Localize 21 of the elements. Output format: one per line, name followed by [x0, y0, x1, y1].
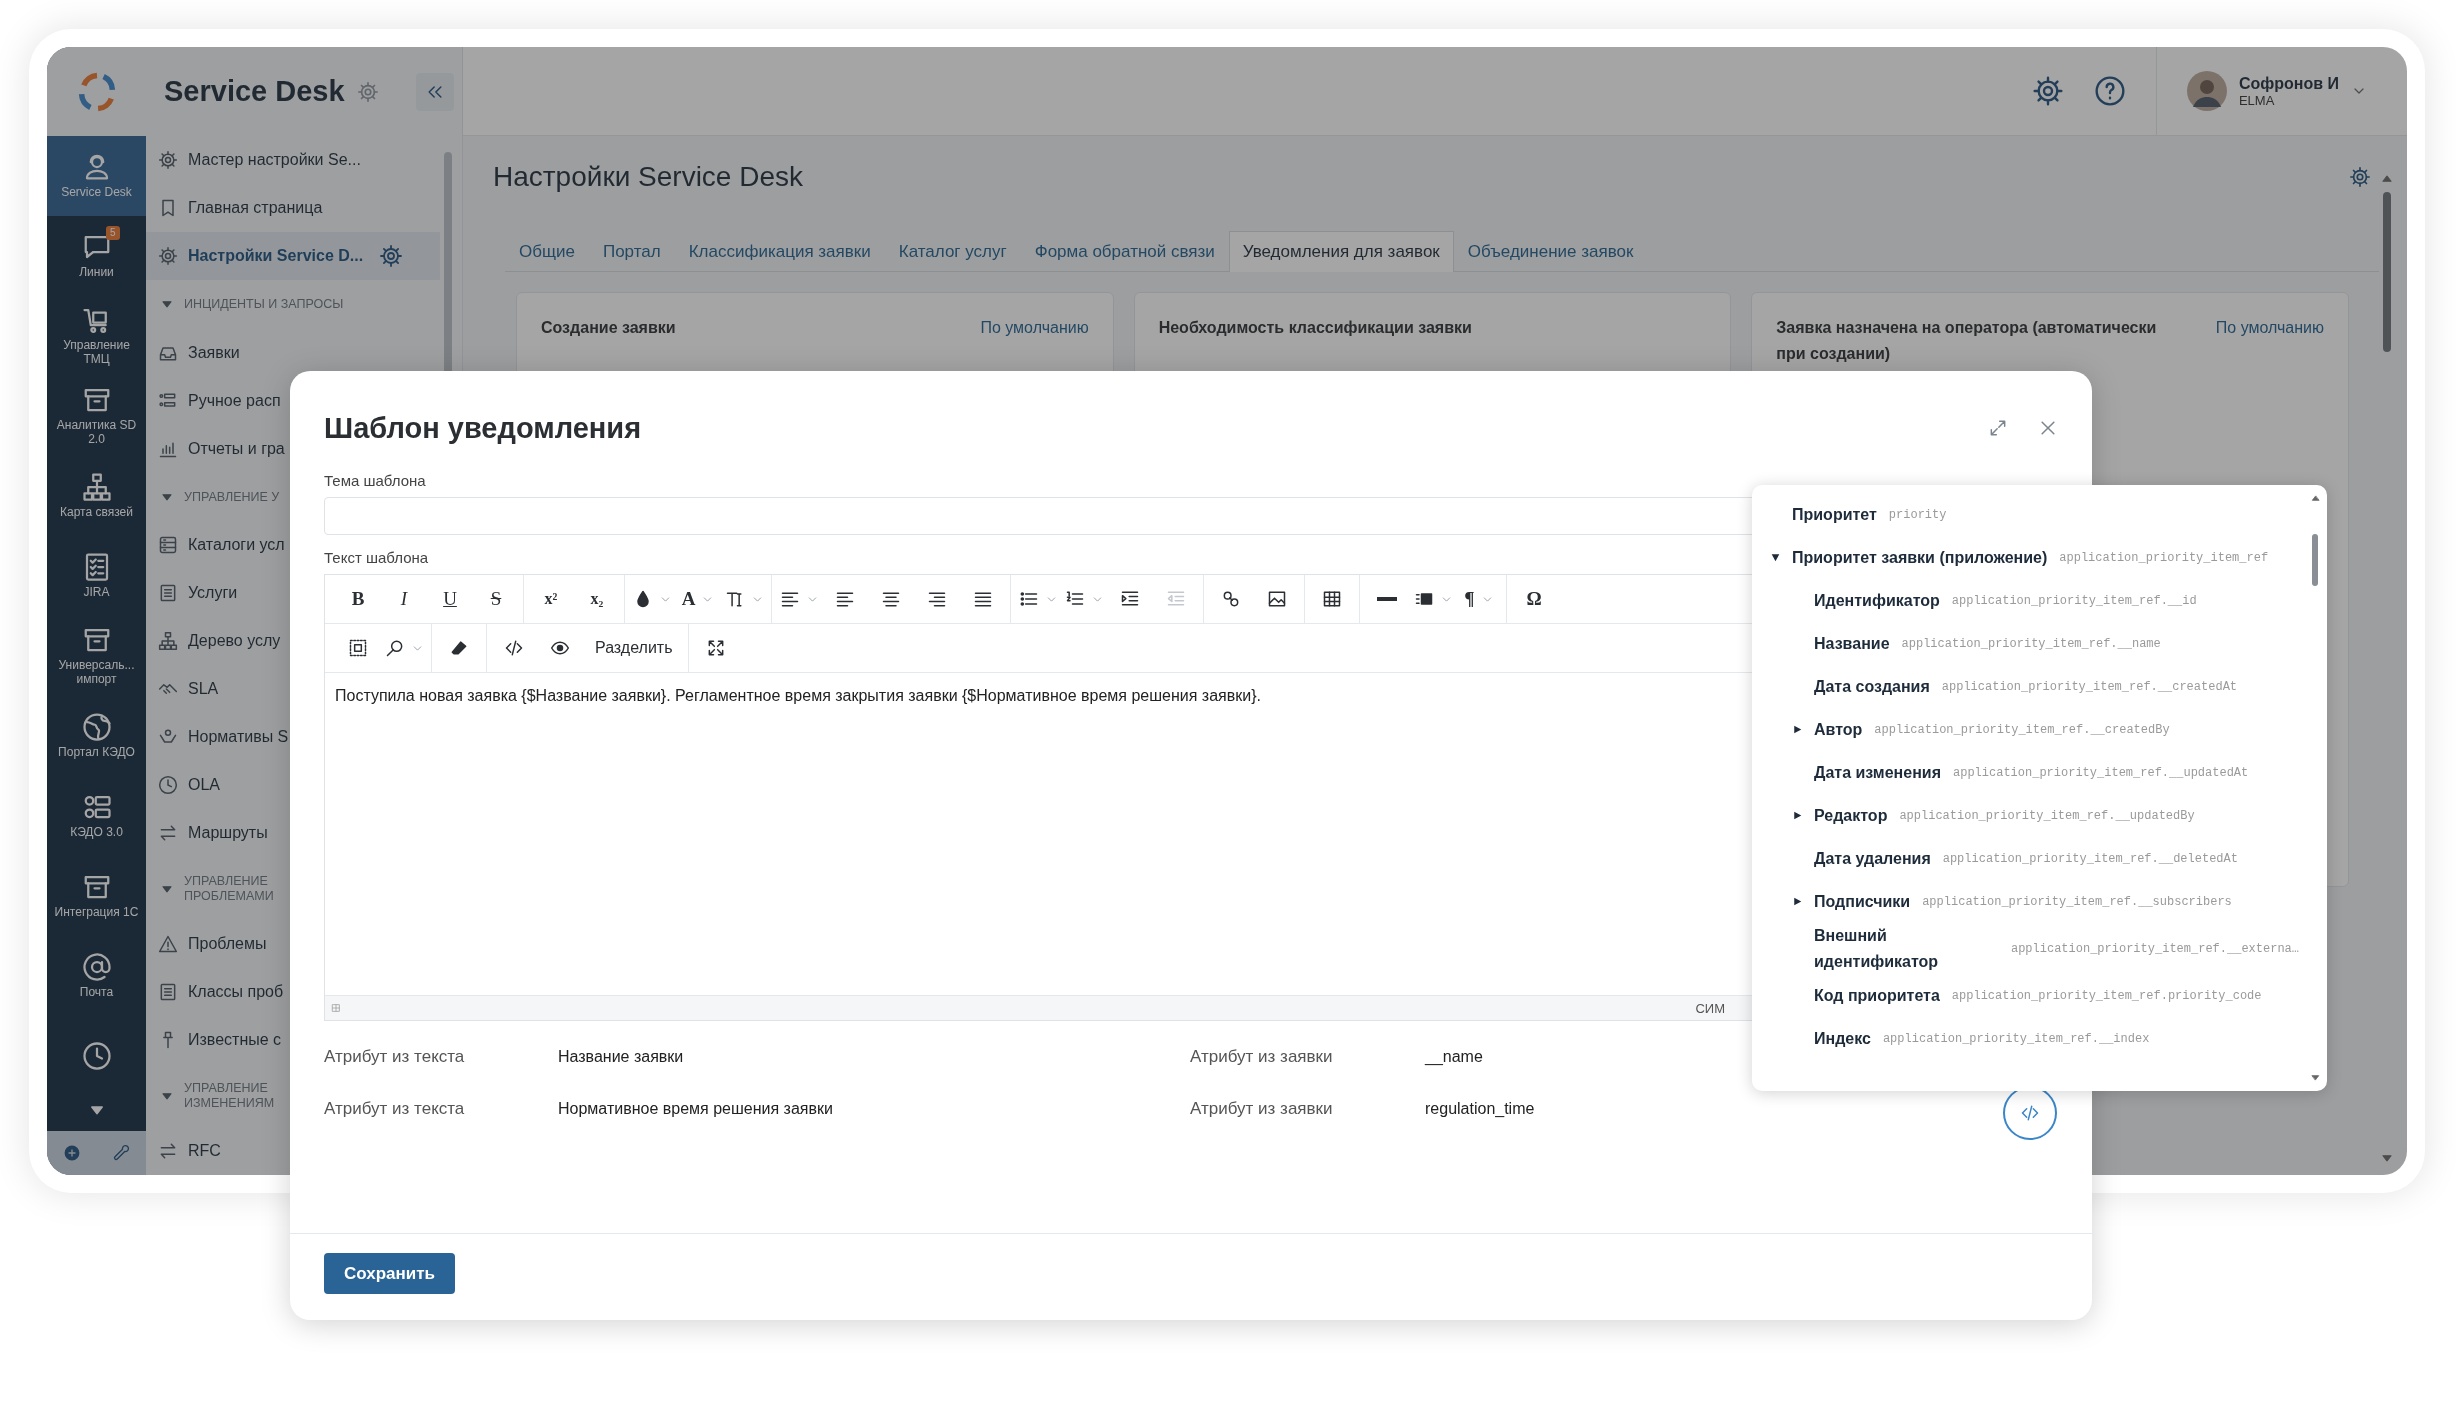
- attribute-value: Нормативное время решения заявки: [558, 1100, 833, 1118]
- card-title: Заявка назначена на оператора (автоматически при создании): [1776, 318, 2158, 364]
- app-title: Service Desk: [164, 75, 345, 108]
- attribute-label: Атрибут из текста: [324, 1099, 466, 1119]
- field-label: Текст шаблона: [324, 549, 429, 566]
- page-title: Настройки Service Desk: [493, 161, 803, 193]
- attribute-label: Атрибут из заявки: [1190, 1099, 1334, 1119]
- user-name: Софронов И: [2238, 74, 2339, 93]
- user-org: ELMA: [2238, 92, 2276, 108]
- character-count: СИМ: [1695, 1000, 1725, 1016]
- attribute-label: Атрибут из текста: [324, 1047, 466, 1067]
- editor-text: Поступила новая заявка {$Название заявки}. Регламентное время закрытия заявки {$Нормативное время решения заявки}.: [335, 687, 1261, 705]
- attribute-value: regulation_time: [1425, 1100, 1535, 1118]
- field-label: Тема шаблона: [324, 472, 426, 489]
- attribute-value: Название заявки: [558, 1048, 684, 1066]
- attribute-label: Атрибут из заявки: [1190, 1047, 1334, 1067]
- card-title: Создание заявки: [541, 318, 676, 338]
- attribute-value: __name: [1425, 1048, 1483, 1066]
- count-badge: 5: [105, 226, 120, 240]
- dialog-title: Шаблон уведомления: [324, 411, 642, 445]
- card-title: Необходимость классификации заявки: [1158, 318, 1472, 338]
